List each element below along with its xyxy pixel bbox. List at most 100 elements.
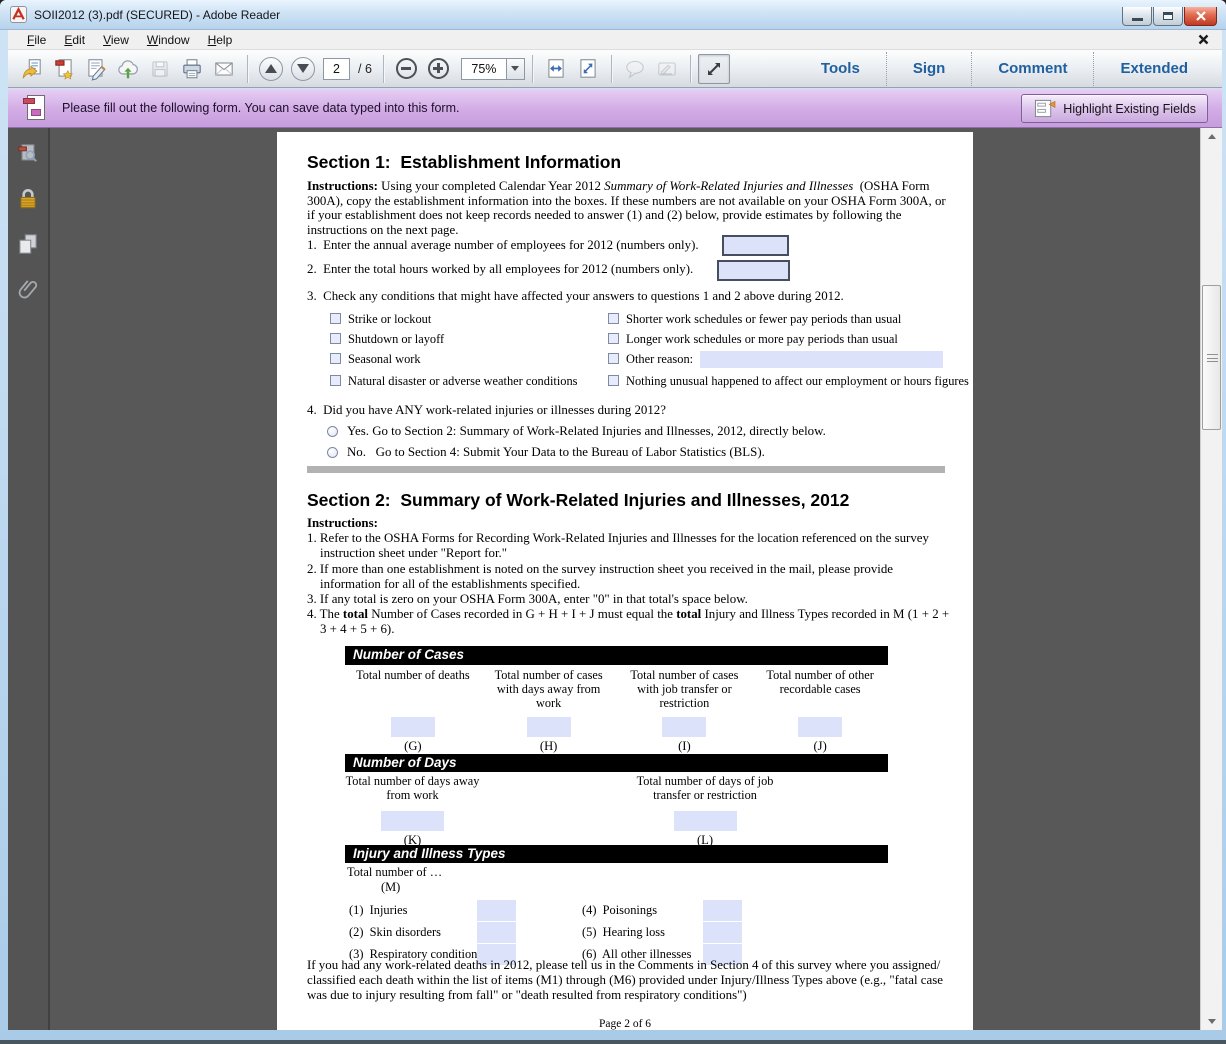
toolbar-separator: [611, 55, 612, 83]
create-pdf-icon: [52, 57, 76, 81]
strike-or-lockout-label: Strike or lockout: [348, 312, 431, 327]
column-letter: (I): [624, 740, 746, 754]
total-hours-field[interactable]: [717, 260, 790, 281]
injuries-field[interactable]: [477, 900, 516, 921]
toolbar: / 6 75%: [8, 50, 1222, 88]
nothing-unusual-checkbox[interactable]: [608, 375, 619, 386]
longer-schedules-checkbox[interactable]: [608, 333, 619, 344]
close-document-icon[interactable]: [1197, 33, 1210, 46]
other-reason-checkbox[interactable]: [608, 353, 619, 364]
job-transfer-days-field[interactable]: [674, 811, 737, 831]
hearing-loss-field[interactable]: [703, 922, 742, 943]
security-panel-button[interactable]: [14, 185, 42, 213]
form-notice-bar: Please fill out the following form. You …: [8, 89, 1222, 128]
create-pdf-button[interactable]: [48, 54, 80, 84]
menu-view[interactable]: View: [94, 31, 138, 49]
shorter-schedules-checkbox[interactable]: [608, 313, 619, 324]
fit-width-button[interactable]: [540, 54, 572, 84]
number-of-cases-header: Number of Cases: [345, 646, 888, 665]
zoom-out-button[interactable]: [391, 54, 423, 84]
shutdown-or-layoff-label: Shutdown or layoff: [348, 332, 444, 347]
next-page-button[interactable]: [287, 54, 319, 84]
reading-mode-button[interactable]: [698, 54, 730, 84]
highlight-existing-fields-button[interactable]: Highlight Existing Fields: [1021, 94, 1208, 123]
employees-count-field[interactable]: [722, 235, 789, 256]
seasonal-work-checkbox[interactable]: [330, 353, 341, 364]
security-lock-icon: [15, 186, 41, 212]
toolbar-panels: Tools Sign Comment Extended: [795, 50, 1214, 87]
skin-disorders-field[interactable]: [477, 922, 516, 943]
attachments-panel-button[interactable]: [14, 275, 42, 303]
zoom-in-icon: [428, 58, 449, 79]
cases-columns: Total number of deaths (G) Total number …: [345, 665, 888, 754]
zoom-level-value[interactable]: 75%: [461, 58, 507, 80]
days-away-cases-field[interactable]: [527, 717, 571, 737]
sign-document-button[interactable]: [80, 54, 112, 84]
poisonings-field[interactable]: [703, 900, 742, 921]
comment-tool-button[interactable]: [619, 54, 651, 84]
page-thumbnails-panel-button[interactable]: [14, 140, 42, 168]
email-button[interactable]: [208, 54, 240, 84]
cases-column-h: Total number of cases with days away fro…: [481, 665, 617, 754]
vertical-scrollbar[interactable]: [1200, 128, 1222, 1030]
scroll-down-button[interactable]: [1201, 1013, 1222, 1030]
days-away-total-field[interactable]: [381, 811, 444, 831]
other-recordable-cases-field[interactable]: [798, 717, 842, 737]
sign-pen-icon: [84, 57, 108, 81]
yes-radio[interactable]: [327, 426, 338, 437]
open-file-button[interactable]: [16, 54, 48, 84]
zoom-in-button[interactable]: [423, 54, 455, 84]
menu-help[interactable]: Help: [199, 31, 242, 49]
scroll-down-icon: [1208, 1019, 1216, 1024]
days-columns: Total number of days away from work (K) …: [345, 772, 888, 845]
nothing-unusual-label: Nothing unusual happened to affect our e…: [626, 374, 969, 389]
shutdown-or-layoff-checkbox[interactable]: [330, 333, 341, 344]
extended-panel-button[interactable]: Extended: [1094, 60, 1214, 77]
seasonal-work-label: Seasonal work: [348, 352, 421, 367]
highlight-button-label: Highlight Existing Fields: [1063, 102, 1196, 116]
strike-or-lockout-checkbox[interactable]: [330, 313, 341, 324]
save-icon: [148, 57, 172, 81]
job-transfer-cases-field[interactable]: [662, 717, 706, 737]
menu-bar: File Edit View Window Help: [8, 30, 1222, 50]
share-cloud-button[interactable]: [112, 54, 144, 84]
maximize-button[interactable]: [1153, 7, 1183, 26]
cases-column-g: Total number of deaths (G): [345, 665, 481, 754]
adobe-reader-icon: [10, 6, 27, 23]
zoom-dropdown-button[interactable]: [507, 58, 525, 80]
comment-panel-button[interactable]: Comment: [972, 60, 1093, 77]
title-bar[interactable]: SOII2012 (3).pdf (SECURED) - Adobe Reade…: [0, 0, 1226, 30]
menu-edit[interactable]: Edit: [55, 31, 94, 49]
chevron-down-icon: [511, 66, 519, 71]
page-number-input[interactable]: [323, 58, 350, 80]
previous-page-button[interactable]: [255, 54, 287, 84]
sign-panel-button[interactable]: Sign: [887, 60, 972, 77]
scroll-up-button[interactable]: [1201, 128, 1222, 145]
tools-panel-button[interactable]: Tools: [795, 60, 886, 77]
question2-label: 2. Enter the total hours worked by all e…: [307, 262, 693, 277]
menu-window[interactable]: Window: [138, 31, 199, 49]
menu-file[interactable]: File: [18, 31, 55, 49]
longer-schedules-label: Longer work schedules or more pay period…: [626, 332, 898, 347]
natural-disaster-checkbox[interactable]: [330, 375, 341, 386]
page-footer: Page 2 of 6: [277, 1018, 973, 1030]
save-button[interactable]: [144, 54, 176, 84]
other-reason-field[interactable]: [700, 351, 943, 368]
form-notice-message: Please fill out the following form. You …: [62, 101, 459, 115]
instruction-item: 1. Refer to the OSHA Forms for Recording…: [307, 531, 957, 561]
column-header: Total number of cases with job transfer …: [624, 669, 746, 715]
print-button[interactable]: [176, 54, 208, 84]
scroll-up-icon: [1208, 134, 1216, 139]
pages-panel-button[interactable]: [14, 230, 42, 258]
scrollbar-thumb[interactable]: [1202, 285, 1221, 430]
signature-tool-button[interactable]: [651, 54, 683, 84]
no-radio[interactable]: [327, 447, 338, 458]
natural-disaster-label: Natural disaster or adverse weather cond…: [348, 374, 578, 389]
close-button[interactable]: [1184, 7, 1217, 26]
total-deaths-field[interactable]: [391, 717, 435, 737]
window-controls: [1121, 7, 1217, 26]
instructions-label: Instructions:: [307, 516, 378, 530]
toolbar-separator: [383, 55, 384, 83]
minimize-button[interactable]: [1122, 7, 1152, 26]
fit-page-button[interactable]: [572, 54, 604, 84]
